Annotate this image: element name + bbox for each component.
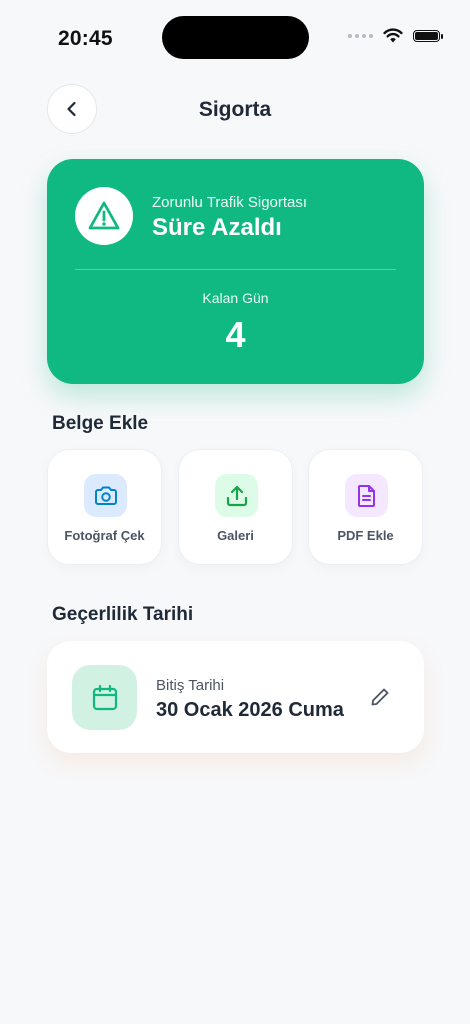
document-icon-badge — [345, 474, 388, 517]
add-pdf-button[interactable]: PDF Ekle — [308, 449, 423, 565]
validity-section-title: Geçerlilik Tarihi — [52, 604, 194, 625]
upload-icon — [226, 485, 247, 506]
expiry-date-value: 30 Ocak 2026 Cuma — [156, 699, 344, 721]
gallery-button[interactable]: Galeri — [178, 449, 293, 565]
take-photo-label: Fotoğraf Çek — [64, 528, 145, 543]
pencil-icon — [371, 688, 389, 706]
dynamic-island — [162, 16, 309, 59]
gallery-label: Galeri — [217, 528, 254, 543]
take-photo-button[interactable]: Fotoğraf Çek — [47, 449, 162, 565]
insurance-status-card: Zorunlu Trafik Sigortası Süre Azaldı Kal… — [47, 159, 424, 384]
insurance-type: Zorunlu Trafik Sigortası — [152, 194, 308, 211]
calendar-icon — [92, 684, 117, 710]
status-bar: 20:45 — [0, 0, 470, 70]
edit-date-button[interactable] — [366, 683, 394, 711]
add-pdf-label: PDF Ekle — [337, 528, 394, 543]
expiry-date-label: Bitiş Tarihi — [156, 677, 225, 694]
camera-icon-badge — [84, 474, 127, 517]
cellular-signal-icon — [348, 33, 373, 38]
wifi-icon — [383, 28, 403, 43]
documents-section-title: Belge Ekle — [52, 413, 149, 434]
page-title: Sigorta — [198, 98, 272, 121]
status-time: 20:45 — [58, 27, 113, 50]
calendar-icon-badge — [72, 665, 137, 730]
warning-icon-badge — [75, 187, 133, 245]
status-icons — [348, 28, 443, 43]
status-title: Süre Azaldı — [152, 214, 282, 241]
remaining-days-label: Kalan Gün — [202, 290, 269, 306]
warning-icon — [88, 201, 120, 230]
nav-bar: Sigorta — [0, 84, 470, 136]
upload-icon-badge — [215, 474, 258, 517]
remaining-days-value: 4 — [225, 314, 246, 355]
camera-icon — [94, 486, 117, 505]
document-icon — [357, 484, 375, 507]
battery-icon — [413, 29, 443, 42]
expiry-date-card[interactable]: Bitiş Tarihi 30 Ocak 2026 Cuma — [47, 641, 424, 753]
divider — [75, 269, 396, 270]
